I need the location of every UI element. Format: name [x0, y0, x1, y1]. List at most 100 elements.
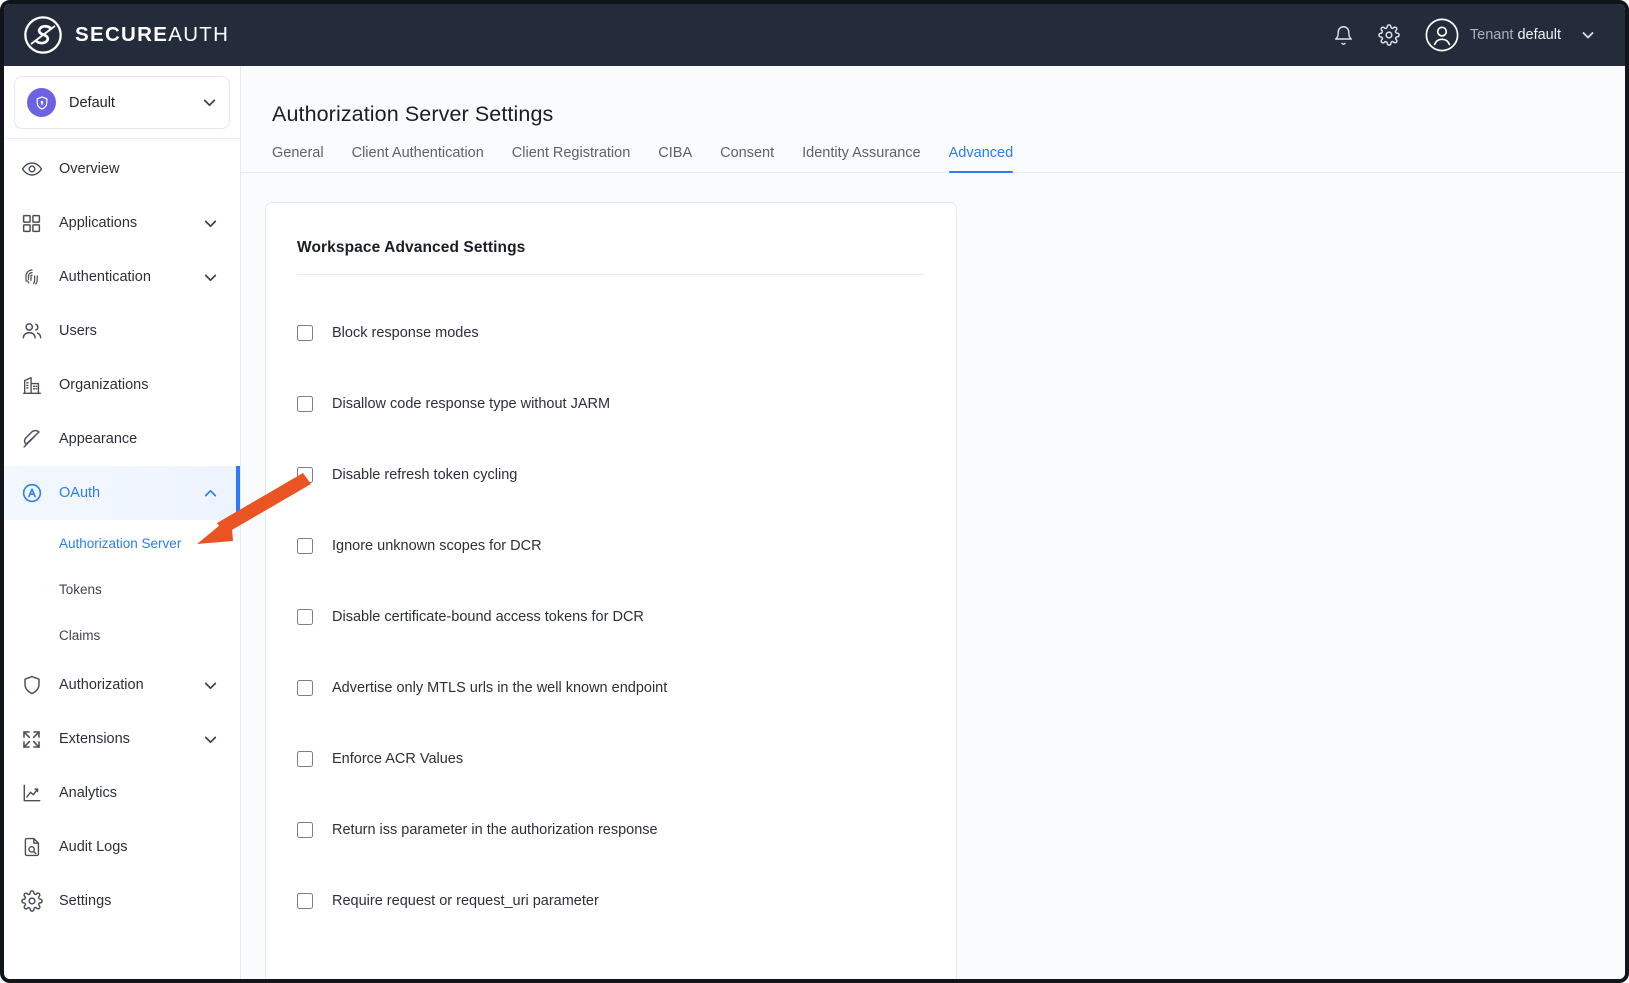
advanced-settings-checkbox-list: Block response modes Disallow code respo…: [266, 275, 956, 936]
line-chart-icon: [20, 782, 43, 805]
tenant-prefix: Tenant: [1469, 27, 1514, 43]
checkbox-enforce-acr-values[interactable]: [297, 750, 313, 767]
expand-icon: [20, 728, 43, 751]
secureauth-logo-icon: [22, 14, 64, 56]
chevron-down-icon[interactable]: [202, 95, 217, 110]
chevron-up-icon[interactable]: [203, 486, 218, 501]
tenant-value: default: [1517, 27, 1561, 43]
tab-label: Client Authentication: [351, 145, 484, 161]
workspace-selector-wrap: Default: [4, 66, 240, 139]
header-actions: Tenant default: [1331, 18, 1625, 52]
user-avatar-icon: [1425, 18, 1459, 52]
brand-logo[interactable]: SECURE AUTH: [4, 14, 229, 56]
checkbox-row-ignore-unknown-scopes-for-dcr[interactable]: Ignore unknown scopes for DCR: [297, 510, 956, 581]
workspace-label: Default: [69, 94, 115, 111]
checkbox-row-enforce-acr-values[interactable]: Enforce ACR Values: [297, 723, 956, 794]
settings-tabs: General Client Authentication Client Reg…: [241, 145, 1625, 173]
checkbox-row-disable-certificate-bound-access-tokens-for-dcr[interactable]: Disable certificate-bound access tokens …: [297, 581, 956, 652]
sidebar-subitem-label: Claims: [59, 627, 101, 643]
checkbox-require-request-or-request-uri[interactable]: [297, 892, 313, 909]
checkbox-disable-refresh-token-cycling[interactable]: [297, 466, 313, 483]
brand-text-light: AUTH: [168, 23, 230, 46]
checkbox-label: Disable refresh token cycling: [332, 466, 518, 483]
app-window: SECURE AUTH Tenant default Default Overv…: [0, 0, 1629, 983]
checkbox-label: Disallow code response type without JARM: [332, 395, 611, 412]
checkbox-row-disallow-code-response-type-without-jarm[interactable]: Disallow code response type without JARM: [297, 368, 956, 439]
sidebar-item-label: Organizations: [59, 377, 149, 393]
feather-icon: [20, 428, 43, 451]
tab-identity-assurance[interactable]: Identity Assurance: [788, 145, 935, 172]
tab-client-authentication[interactable]: Client Authentication: [338, 145, 498, 172]
sidebar-item-label: Authorization: [59, 677, 144, 693]
sidebar-item-applications[interactable]: Applications: [4, 196, 240, 250]
checkbox-row-require-request-or-request-uri[interactable]: Require request or request_uri parameter: [297, 865, 956, 936]
grid-icon: [20, 212, 43, 235]
sidebar-item-label: Authentication: [59, 269, 151, 285]
sidebar-subitem-label: Authorization Server: [59, 535, 182, 551]
checkbox-label: Require request or request_uri parameter: [332, 892, 599, 909]
tab-general[interactable]: General: [272, 145, 338, 172]
checkbox-row-disable-refresh-token-cycling[interactable]: Disable refresh token cycling: [297, 439, 956, 510]
chevron-down-icon[interactable]: [203, 270, 218, 285]
chevron-down-icon[interactable]: [203, 732, 218, 747]
sidebar-item-settings[interactable]: Settings: [4, 874, 240, 928]
sidebar-item-authorization[interactable]: Authorization: [4, 658, 240, 712]
sidebar-subitem-label: Tokens: [59, 581, 102, 597]
tab-ciba[interactable]: CIBA: [644, 145, 706, 172]
sidebar-item-label: Analytics: [59, 785, 118, 801]
checkbox-row-block-response-modes[interactable]: Block response modes: [297, 297, 956, 368]
sidebar-item-extensions[interactable]: Extensions: [4, 712, 240, 766]
tab-consent[interactable]: Consent: [706, 145, 788, 172]
sidebar-item-label: Extensions: [59, 731, 130, 747]
checkbox-disallow-code-response-type-without-jarm[interactable]: [297, 395, 313, 412]
sidebar-subitem-claims[interactable]: Claims: [4, 612, 240, 658]
sidebar-item-audit-logs[interactable]: Audit Logs: [4, 820, 240, 874]
checkbox-ignore-unknown-scopes-for-dcr[interactable]: [297, 537, 313, 554]
chevron-down-icon[interactable]: [203, 678, 218, 693]
circled-a-icon: [20, 482, 43, 505]
checkbox-advertise-only-mtls-urls[interactable]: [297, 679, 313, 696]
tenant-label: Tenant default: [1470, 27, 1561, 43]
sidebar-item-authentication[interactable]: Authentication: [4, 250, 240, 304]
checkbox-label: Enforce ACR Values: [332, 750, 464, 767]
tenant-menu[interactable]: Tenant default: [1425, 18, 1595, 52]
tab-label: CIBA: [658, 145, 693, 161]
sidebar-item-overview[interactable]: Overview: [4, 142, 240, 196]
card-title: Workspace Advanced Settings: [297, 239, 526, 256]
sidebar-item-analytics[interactable]: Analytics: [4, 766, 240, 820]
sidebar-item-label: Audit Logs: [59, 839, 128, 855]
checkbox-row-return-iss-parameter[interactable]: Return iss parameter in the authorizatio…: [297, 794, 956, 865]
chevron-down-icon[interactable]: [203, 216, 218, 231]
checkbox-block-response-modes[interactable]: [297, 324, 313, 341]
tab-label: Consent: [720, 145, 775, 161]
users-icon: [20, 320, 43, 343]
checkbox-label: Advertise only MTLS urls in the well kno…: [332, 679, 668, 696]
checkbox-disable-certificate-bound-access-tokens-for-dcr[interactable]: [297, 608, 313, 625]
sidebar-nav: Overview Applications Authentication Use…: [4, 139, 240, 928]
main-content: Authorization Server Settings General Cl…: [241, 66, 1625, 979]
page-title: Authorization Server Settings: [272, 102, 554, 126]
tab-client-registration[interactable]: Client Registration: [498, 145, 644, 172]
checkbox-label: Block response modes: [332, 324, 479, 341]
tab-advanced[interactable]: Advanced: [935, 145, 1028, 173]
shield-icon: [20, 674, 43, 697]
sidebar-item-label: Settings: [59, 893, 112, 909]
chevron-down-icon[interactable]: [1581, 28, 1595, 42]
checkbox-row-advertise-only-mtls-urls[interactable]: Advertise only MTLS urls in the well kno…: [297, 652, 956, 723]
sidebar-subitem-tokens[interactable]: Tokens: [4, 566, 240, 612]
sidebar-item-oauth[interactable]: OAuth: [4, 466, 240, 520]
bell-icon[interactable]: [1331, 22, 1357, 48]
sidebar: Default Overview Applications Authentica…: [4, 66, 241, 979]
sidebar-subitem-authorization-server[interactable]: Authorization Server: [4, 520, 240, 566]
sidebar-item-organizations[interactable]: Organizations: [4, 358, 240, 412]
brand-text-bold: SECURE: [75, 23, 169, 46]
checkbox-label: Ignore unknown scopes for DCR: [332, 537, 542, 554]
page-header: Authorization Server Settings General Cl…: [241, 66, 1625, 173]
checkbox-return-iss-parameter[interactable]: [297, 821, 313, 838]
sidebar-item-users[interactable]: Users: [4, 304, 240, 358]
sidebar-item-appearance[interactable]: Appearance: [4, 412, 240, 466]
brand-text: SECURE AUTH: [75, 23, 229, 47]
top-header: SECURE AUTH Tenant default: [4, 4, 1625, 66]
gear-icon[interactable]: [1376, 22, 1402, 48]
workspace-selector[interactable]: Default: [14, 76, 230, 129]
